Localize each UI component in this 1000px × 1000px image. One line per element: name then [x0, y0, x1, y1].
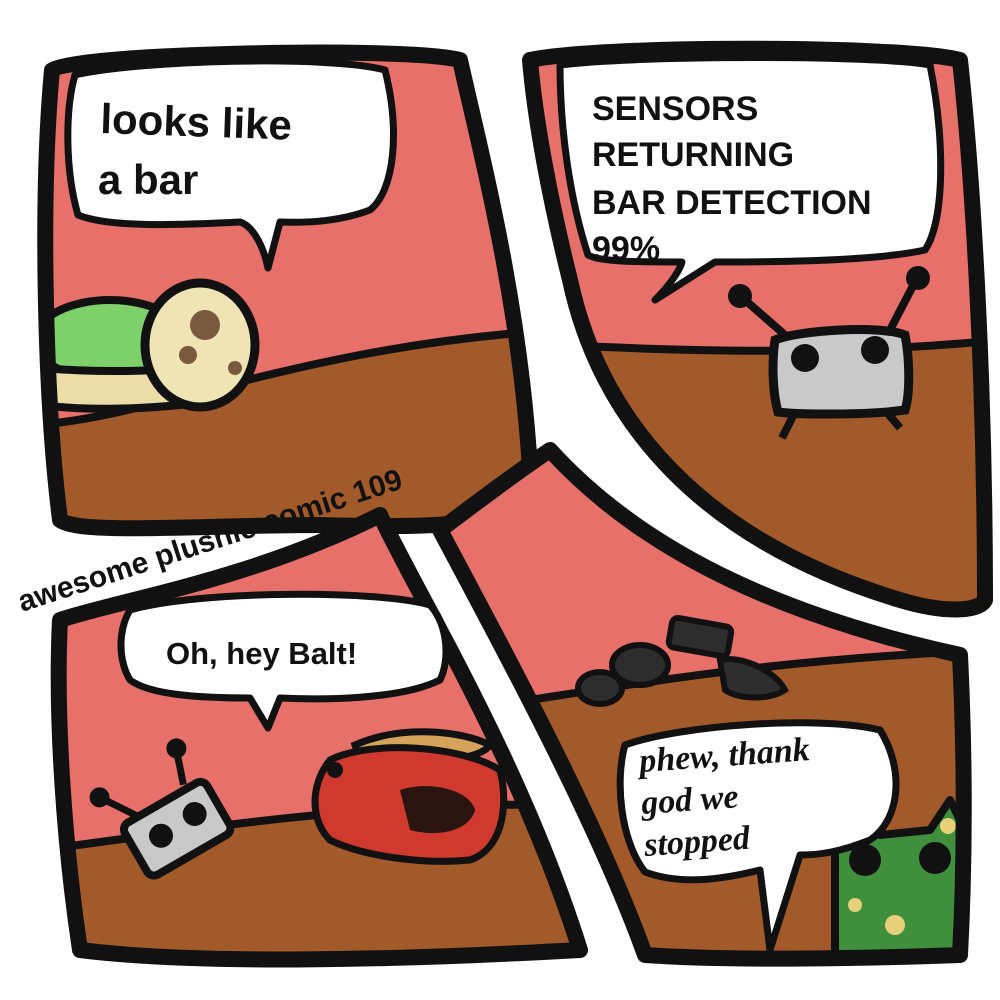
panel-1: looks like a bar	[37, 44, 538, 537]
panel-2-speech-line-2: RETURNING	[592, 136, 794, 174]
egg-plush	[140, 278, 260, 412]
panel-2-speech-line-4: 99%	[592, 230, 660, 268]
panel-2-speech-line-1: SENSORS	[592, 90, 758, 128]
comic-canvas: looks like a bar SENSORS RETURNING BAR D…	[14, 40, 993, 968]
panel-1-speech-line-2: a bar	[98, 156, 198, 203]
panel-1-speech-line-1: looks like	[100, 95, 293, 149]
panel-3-speech-line-1: Oh, hey Balt!	[166, 636, 357, 671]
red-turtle-plush	[311, 728, 508, 865]
panel-4-speech-line-3: stopped	[642, 820, 752, 864]
panel-4-speech-line-2: god we	[639, 778, 740, 822]
panel-2-speech-line-3: BAR DETECTION	[592, 184, 872, 222]
